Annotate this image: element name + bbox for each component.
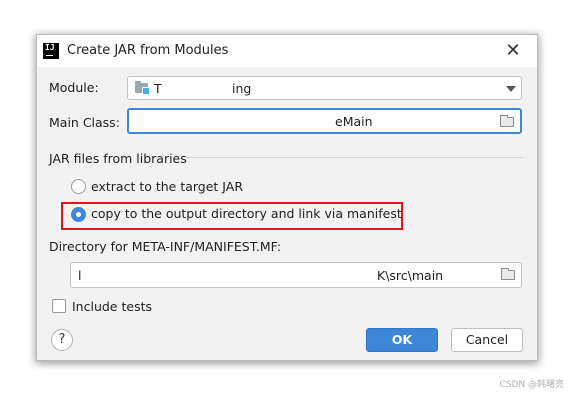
- title-bar: IJ Create JAR from Modules ✕: [37, 35, 537, 67]
- module-folder-icon: [135, 81, 150, 95]
- include-tests-checkbox[interactable]: [52, 299, 66, 313]
- main-class-field[interactable]: [127, 108, 522, 134]
- ok-button[interactable]: OK: [366, 328, 438, 352]
- module-value-start: T: [154, 81, 162, 96]
- intellij-icon: IJ: [43, 43, 59, 59]
- dialog-title: Create JAR from Modules: [67, 43, 229, 58]
- help-button[interactable]: ?: [51, 329, 73, 351]
- libraries-group-label: JAR files from libraries: [49, 151, 187, 166]
- browse-folder-icon[interactable]: [501, 268, 515, 280]
- module-value-end: ing: [232, 81, 252, 96]
- group-separator: [185, 157, 523, 158]
- main-class-input[interactable]: [129, 110, 520, 132]
- module-combobox[interactable]: T ing: [127, 76, 522, 100]
- cancel-button[interactable]: Cancel: [451, 328, 523, 352]
- main-class-label: Main Class:: [49, 115, 120, 130]
- create-jar-dialog: IJ Create JAR from Modules ✕ Module: T i…: [36, 34, 538, 361]
- close-button[interactable]: ✕: [503, 41, 523, 61]
- manifest-dir-label: Directory for META-INF/MANIFEST.MF:: [49, 239, 282, 254]
- radio-extract[interactable]: [71, 179, 86, 194]
- manifest-dir-field[interactable]: l K\src\main: [70, 262, 522, 288]
- annotation-highlight-box: [61, 202, 403, 230]
- radio-extract-label[interactable]: extract to the target JAR: [91, 179, 243, 194]
- browse-folder-icon[interactable]: [500, 115, 514, 127]
- watermark: CSDN @韩曙亮: [499, 380, 564, 390]
- include-tests-label[interactable]: Include tests: [72, 299, 152, 314]
- chevron-down-icon[interactable]: [506, 86, 516, 92]
- manifest-dir-value-start: l: [78, 268, 82, 283]
- manifest-dir-value-end: K\src\main: [377, 268, 444, 283]
- module-label: Module:: [49, 80, 99, 95]
